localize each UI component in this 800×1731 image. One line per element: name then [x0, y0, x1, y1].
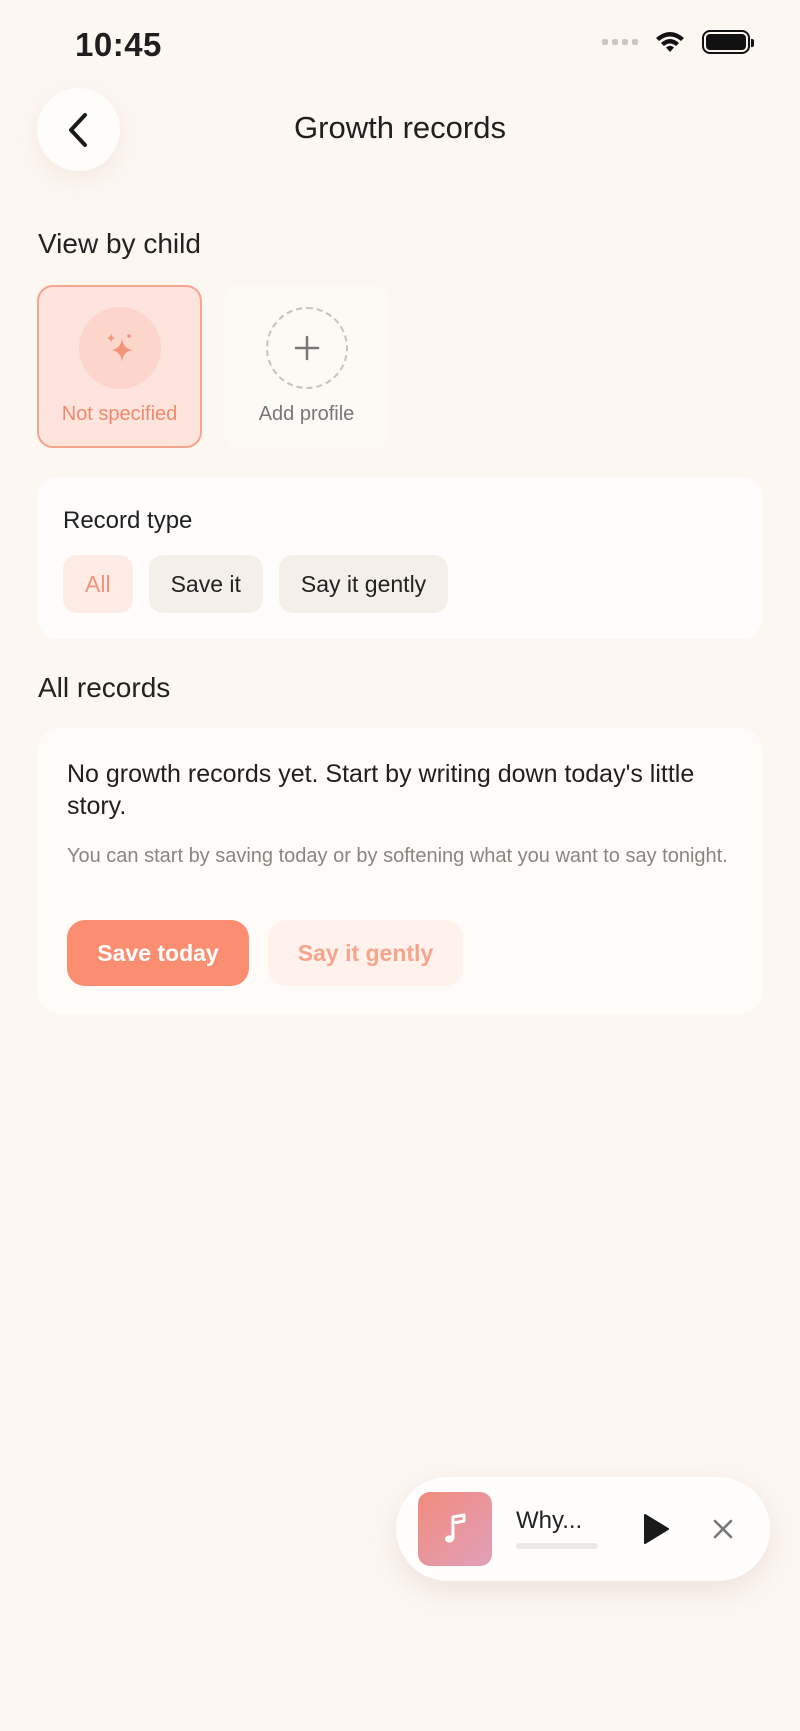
add-avatar-placeholder	[265, 307, 348, 389]
cellular-signal-icon	[602, 39, 638, 45]
record-type-chips: All Save it Say it gently	[63, 555, 449, 613]
battery-icon	[702, 30, 754, 54]
child-label: Not specified	[61, 403, 178, 425]
track-cover[interactable]	[418, 1492, 492, 1566]
close-icon	[713, 1519, 733, 1539]
empty-state-subtitle: You can start by saving today or by soft…	[67, 845, 728, 867]
all-records-heading: All records	[38, 672, 171, 703]
track-progress-bar[interactable]	[516, 1543, 598, 1549]
empty-state-title: No growth records yet. Start by writing …	[67, 760, 695, 820]
chip-say-it-gently[interactable]: Say it gently	[278, 555, 449, 613]
chip-all[interactable]: All	[63, 555, 133, 613]
play-icon	[644, 1514, 669, 1544]
sparkle-icon	[106, 333, 133, 362]
page-title: Growth records	[294, 110, 506, 145]
status-indicators	[602, 30, 754, 54]
say-it-gently-button[interactable]: Say it gently	[268, 920, 463, 986]
wifi-icon	[656, 32, 684, 52]
plus-icon	[294, 335, 319, 361]
play-button[interactable]	[636, 1509, 676, 1549]
record-type-panel: Record type All Save it Say it gently	[37, 477, 763, 639]
growth-records-screen: 10:45 Growth records View by child Not s…	[0, 0, 800, 1731]
chip-save-it[interactable]: Save it	[148, 555, 263, 613]
empty-state-card: No growth records yet. Start by writing …	[37, 728, 763, 1014]
mini-player: Why...	[396, 1477, 770, 1581]
status-time: 10:45	[75, 26, 162, 63]
music-note-icon	[445, 1513, 466, 1543]
add-profile-card[interactable]: Add profile	[224, 285, 389, 448]
child-avatar	[78, 307, 161, 389]
track-title: Why...	[516, 1507, 583, 1534]
child-card-not-specified[interactable]: Not specified	[37, 285, 202, 448]
close-player-button[interactable]	[706, 1512, 740, 1546]
view-by-child-heading: View by child	[38, 228, 201, 259]
save-today-button[interactable]: Save today	[67, 920, 249, 986]
record-type-heading: Record type	[63, 507, 193, 534]
add-profile-label: Add profile	[258, 403, 355, 425]
